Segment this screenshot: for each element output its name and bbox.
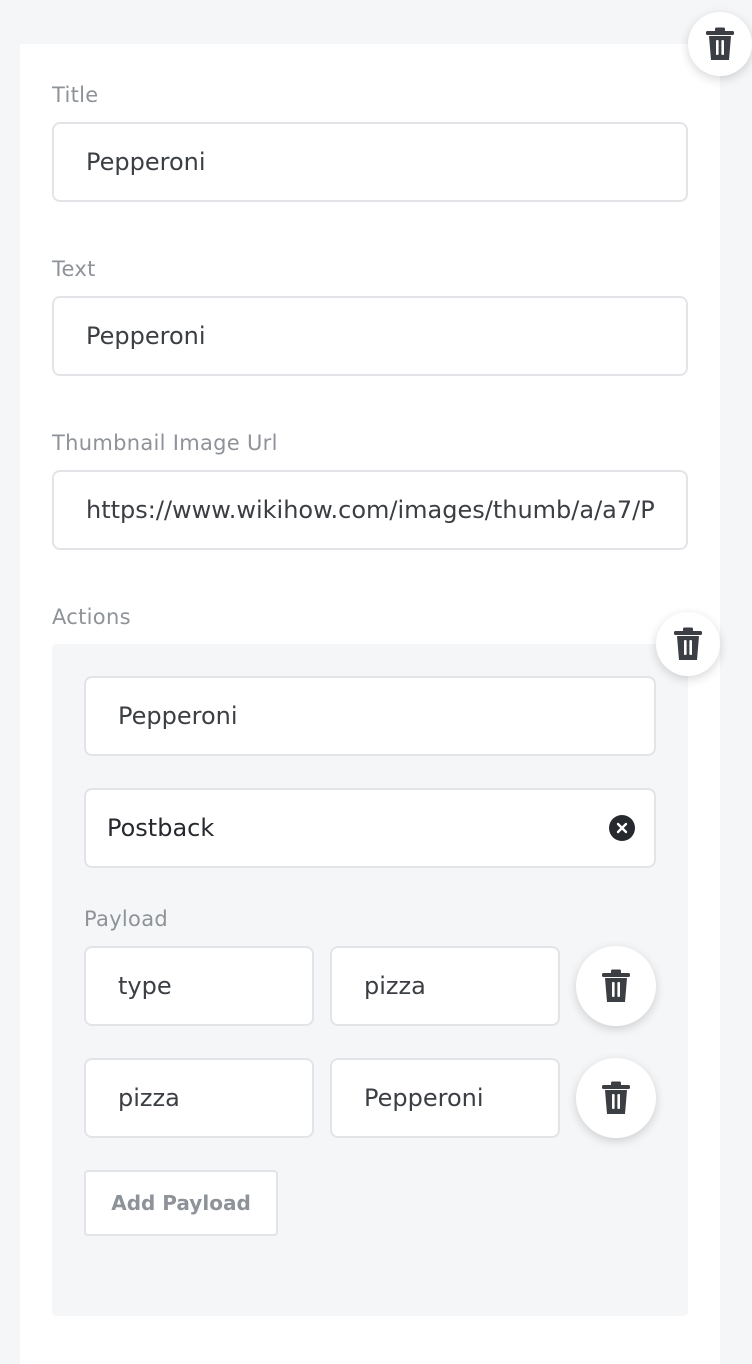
text-input[interactable] [52,296,688,376]
payload-label: Payload [84,907,168,931]
actions-label: Actions [52,605,131,629]
payload-key-input[interactable] [84,946,314,1026]
payload-value-input[interactable] [330,1058,560,1138]
title-label: Title [52,83,99,107]
trash-icon [602,969,630,1002]
delete-card-button[interactable] [688,12,752,76]
delete-payload-button[interactable] [576,1058,656,1138]
action-label-input[interactable] [84,676,656,756]
text-label: Text [52,257,96,281]
clear-icon[interactable] [609,815,635,841]
trash-icon [706,27,734,60]
action-type-select[interactable]: Postback [84,788,656,868]
thumbnail-url-label: Thumbnail Image Url [52,431,278,455]
delete-payload-button[interactable] [576,946,656,1026]
payload-value-input[interactable] [330,946,560,1026]
delete-action-button[interactable] [656,612,720,676]
trash-icon [602,1081,630,1114]
trash-icon [674,627,702,660]
action-type-value: Postback [107,814,215,842]
add-payload-button[interactable]: Add Payload [84,1170,278,1236]
thumbnail-url-input[interactable] [52,470,688,550]
payload-key-input[interactable] [84,1058,314,1138]
title-input[interactable] [52,122,688,202]
